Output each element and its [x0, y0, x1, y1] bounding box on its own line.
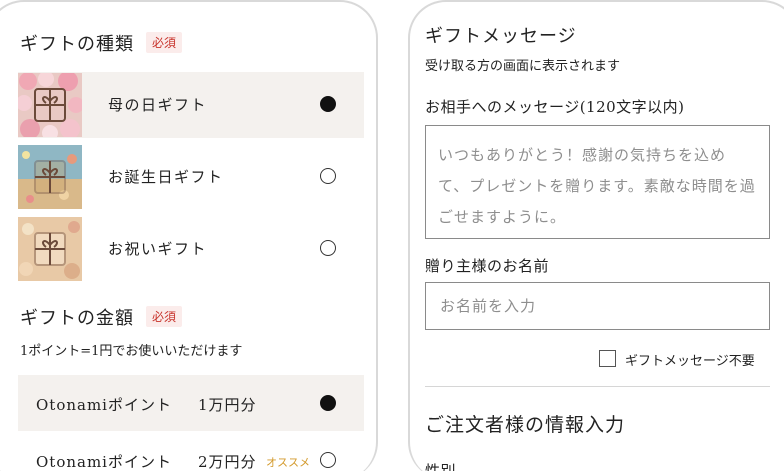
right-phone-screen: ギフトメッセージ 受け取る方の画面に表示されます お相手へのメッセージ(120文… — [408, 0, 784, 471]
no-message-checkbox[interactable] — [599, 350, 616, 367]
recommend-tag: オススメ — [266, 456, 310, 469]
gift-option-celebration[interactable]: お祝いギフト — [18, 216, 364, 282]
left-phone-screen: ギフトの種類 必須 母の日ギフト お誕生日ギフト お祝いギフト ギフトの金額 必… — [0, 0, 378, 471]
message-field-label: お相手へのメッセージ(120文字以内) — [425, 98, 685, 116]
orderer-info-title: ご注文者様の情報入力 — [425, 414, 626, 436]
gift-type-title: ギフトの種類 — [20, 34, 134, 55]
gift-message-title: ギフトメッセージ — [425, 26, 577, 47]
radio-selected[interactable] — [320, 395, 336, 411]
amount-option-10000[interactable]: Otonamiポイント 1万円分 — [18, 375, 364, 431]
message-textarea[interactable]: いつもありがとう！感謝の気持ちを込めて、プレゼントを贈ります。素敵な時間を過ごせ… — [425, 125, 770, 239]
gift-amount-required-badge: 必須 — [146, 306, 183, 327]
mothers-day-thumbnail — [18, 73, 82, 137]
amount-option-value: 2万円分 — [198, 453, 257, 471]
sender-name-input[interactable]: お名前を入力 — [425, 282, 770, 330]
point-conversion-note: 1ポイント=1円でお使いいただけます — [20, 344, 243, 359]
amount-option-value: 1万円分 — [198, 396, 257, 414]
gift-message-subtitle: 受け取る方の画面に表示されます — [425, 59, 621, 74]
gender-label: 性別 — [425, 462, 457, 471]
no-message-label[interactable]: ギフトメッセージ不要 — [625, 350, 755, 369]
gift-option-label: 母の日ギフト — [108, 96, 208, 114]
radio-unselected[interactable] — [320, 240, 336, 256]
sender-name-label: 贈り主様のお名前 — [425, 257, 550, 275]
amount-option-label: Otonamiポイント — [36, 396, 172, 414]
gift-option-birthday[interactable]: お誕生日ギフト — [18, 144, 364, 210]
gift-option-mothers-day[interactable]: 母の日ギフト — [18, 72, 364, 138]
gift-option-label: お祝いギフト — [108, 240, 208, 258]
gift-type-required-badge: 必須 — [146, 32, 183, 53]
celebration-thumbnail — [18, 217, 82, 281]
birthday-thumbnail — [18, 145, 82, 209]
amount-option-20000[interactable]: Otonamiポイント 2万円分 オススメ — [18, 432, 364, 471]
gift-amount-title: ギフトの金額 — [20, 308, 134, 329]
amount-option-label: Otonamiポイント — [36, 453, 172, 471]
radio-unselected[interactable] — [320, 452, 336, 468]
gift-option-label: お誕生日ギフト — [108, 168, 224, 186]
radio-selected[interactable] — [320, 96, 336, 112]
section-divider — [425, 386, 770, 387]
radio-unselected[interactable] — [320, 168, 336, 184]
